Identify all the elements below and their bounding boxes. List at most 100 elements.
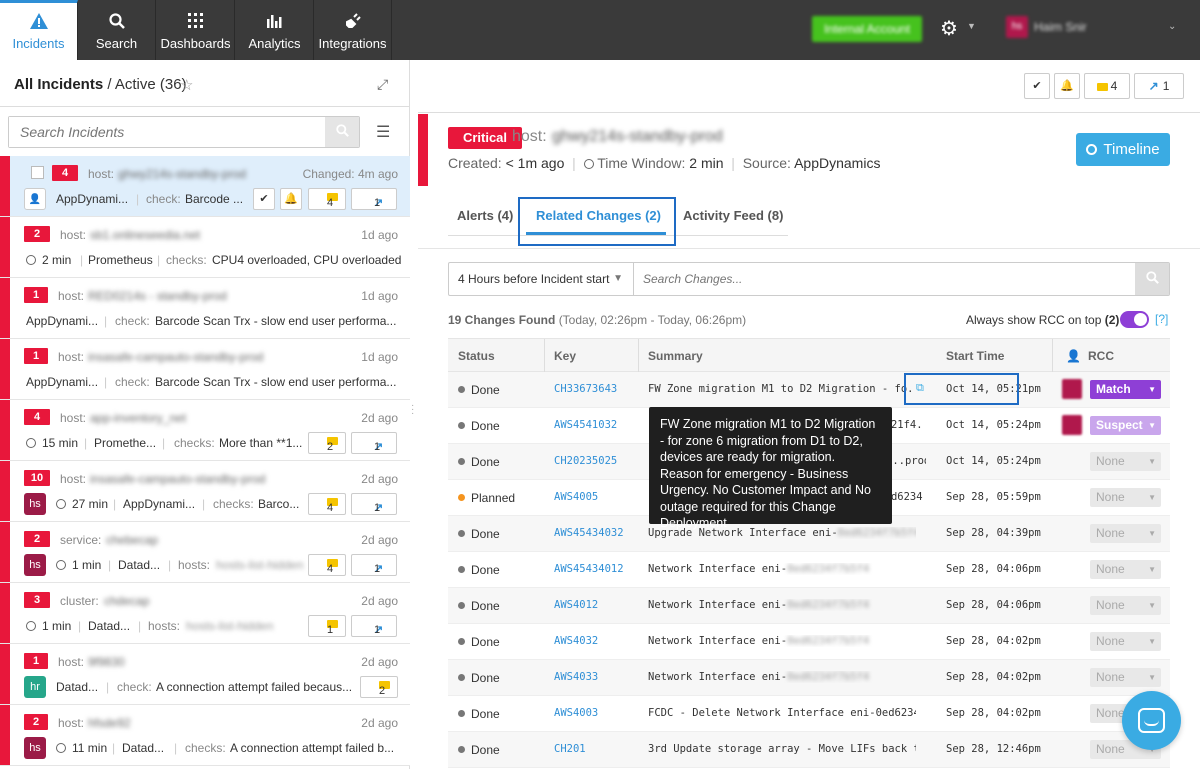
nav-dashboards[interactable]: Dashboards bbox=[157, 0, 235, 60]
comments-button[interactable]: 1 bbox=[308, 615, 346, 637]
search-icon[interactable] bbox=[1135, 263, 1169, 295]
list-item[interactable]: 4 host: ghwy214s-standby-prod Changed: 4… bbox=[0, 156, 410, 217]
avatar[interactable]: hs bbox=[24, 493, 46, 515]
breadcrumb-root[interactable]: All Incidents bbox=[14, 76, 103, 93]
rcc-select[interactable]: None▼ bbox=[1090, 488, 1161, 507]
list-item[interactable]: 2 host: hfsde92 2d ago hs 11 min | Datad… bbox=[0, 705, 410, 766]
select-checkbox[interactable] bbox=[31, 166, 44, 179]
change-key-link[interactable]: CH20235025 bbox=[554, 455, 617, 467]
chevron-down-icon: ▼ bbox=[1148, 637, 1156, 646]
share-button[interactable]: ↗ 1 bbox=[351, 493, 397, 515]
star-icon[interactable]: ☆ bbox=[180, 76, 193, 94]
tab-alerts[interactable]: Alerts (4) bbox=[457, 208, 513, 223]
entity-type: host: bbox=[58, 716, 85, 730]
check-text: More than **1... bbox=[219, 436, 303, 450]
start-time: Sep 28, 04:02pm bbox=[946, 635, 1041, 647]
gear-icon[interactable]: ⚙ bbox=[940, 16, 958, 42]
change-key-link[interactable]: CH201 bbox=[554, 743, 586, 755]
severity-bar bbox=[0, 705, 10, 765]
rcc-select[interactable]: None▼ bbox=[1090, 596, 1161, 615]
timeline-button[interactable]: Timeline bbox=[1076, 133, 1170, 166]
chevron-down-icon[interactable]: ▼ bbox=[967, 21, 976, 31]
share-button[interactable]: ↗ 1 bbox=[351, 615, 397, 637]
nav-search[interactable]: Search bbox=[78, 0, 156, 60]
change-key-link[interactable]: AWS4012 bbox=[554, 599, 598, 611]
share-button[interactable]: ↗ 1 bbox=[351, 188, 397, 210]
col-rcc[interactable]: RCC bbox=[1088, 349, 1114, 363]
search-input[interactable] bbox=[9, 117, 325, 147]
change-key-link[interactable]: AWS45434032 bbox=[554, 527, 624, 539]
rcc-select[interactable]: None▼ bbox=[1090, 632, 1161, 651]
list-item[interactable]: 10 host: insasafe-campauto-standby-prod … bbox=[0, 461, 410, 522]
panel-resize-handle[interactable]: · · · bbox=[411, 401, 414, 419]
change-key-link[interactable]: AWS4005 bbox=[554, 491, 598, 503]
list-item[interactable]: 1 host: insasafe-campauto-standby-prod 1… bbox=[0, 339, 410, 400]
list-item[interactable]: 2 service: chebecap 2d ago hs 1 min | Da… bbox=[0, 522, 410, 583]
table-row[interactable]: Done AWS4003 FCDC - Delete Network Inter… bbox=[448, 696, 1170, 732]
rcc-select[interactable]: Suspect ▼ bbox=[1090, 416, 1161, 435]
expand-icon[interactable]: ⤢ bbox=[377, 76, 388, 93]
list-item[interactable]: 4 host: app-inventory_net 2d ago 15 min … bbox=[0, 400, 410, 461]
comments-button[interactable]: 4 bbox=[308, 493, 346, 515]
target-icon bbox=[1086, 144, 1098, 155]
severity-bar bbox=[0, 217, 10, 277]
col-status[interactable]: Status bbox=[458, 349, 495, 363]
change-key-link[interactable]: AWS4032 bbox=[554, 635, 598, 647]
avatar[interactable]: hs bbox=[24, 737, 46, 759]
chevron-down-icon: ▼ bbox=[1148, 457, 1156, 466]
change-key-link[interactable]: AWS4033 bbox=[554, 671, 598, 683]
help-link[interactable]: [?] bbox=[1155, 312, 1168, 326]
avatar[interactable]: hs bbox=[1006, 16, 1028, 38]
rcc-select[interactable]: None▼ bbox=[1090, 452, 1161, 471]
change-key-link[interactable]: CH33673643 bbox=[554, 383, 617, 395]
list-item[interactable]: 3 cluster: chdecap 2d ago 1 min | Datad.… bbox=[0, 583, 410, 644]
table-row[interactable]: Done CH33673643 FW Zone migration M1 to … bbox=[448, 372, 1170, 408]
comments-button[interactable]: 4 bbox=[308, 554, 346, 576]
bell-icon[interactable]: 🔔 bbox=[280, 188, 302, 210]
change-key-link[interactable]: AWS4541032 bbox=[554, 419, 617, 431]
nav-integrations[interactable]: Integrations bbox=[314, 0, 392, 60]
table-row[interactable]: Done AWS4033 Network Interface eni-0ed62… bbox=[448, 660, 1170, 696]
check-circle-icon[interactable]: ✔ bbox=[253, 188, 275, 210]
rcc-select[interactable]: None▼ bbox=[1090, 524, 1161, 543]
comments-button[interactable]: 4 bbox=[1084, 73, 1130, 99]
list-item[interactable]: 1 host: RED0214s - standby-prod 1d ago A… bbox=[0, 278, 410, 339]
user-name[interactable]: Haim Snir bbox=[1034, 20, 1087, 34]
list-item[interactable]: 1 host: 9f9830 2d ago hr Datad... | chec… bbox=[0, 644, 410, 705]
col-start-time[interactable]: Start Time bbox=[946, 349, 1004, 363]
table-row[interactable]: Done CH201 3rd Update storage array - Mo… bbox=[448, 732, 1170, 768]
tab-activity-feed[interactable]: Activity Feed (8) bbox=[683, 208, 783, 223]
comments-button[interactable]: 2 bbox=[308, 432, 346, 454]
list-item[interactable]: 2 host: sb1.onlineseedia.net 1d ago 2 mi… bbox=[0, 217, 410, 278]
rcc-select[interactable]: None▼ bbox=[1090, 560, 1161, 579]
rcc-select[interactable]: None▼ bbox=[1090, 668, 1161, 687]
rcc-toggle[interactable] bbox=[1120, 311, 1149, 328]
chat-launcher-button[interactable] bbox=[1122, 691, 1181, 750]
share-button[interactable]: ↗ 1 bbox=[351, 554, 397, 576]
incident-list: 4 host: ghwy214s-standby-prod Changed: 4… bbox=[0, 156, 410, 766]
table-row[interactable]: Done AWS45434012 Network Interface eni-0… bbox=[448, 552, 1170, 588]
search-changes-input[interactable] bbox=[643, 263, 1133, 295]
nav-analytics[interactable]: Analytics bbox=[236, 0, 314, 60]
change-key-link[interactable]: AWS45434012 bbox=[554, 563, 624, 575]
table-row[interactable]: Done AWS4032 Network Interface eni-0ed62… bbox=[448, 624, 1170, 660]
comments-button[interactable]: 2 bbox=[360, 676, 398, 698]
share-button[interactable]: ↗ 1 bbox=[351, 432, 397, 454]
time-range-select[interactable]: 4 Hours before Incident start ▼ bbox=[449, 263, 634, 295]
col-summary[interactable]: Summary bbox=[648, 349, 703, 363]
chevron-down-icon[interactable]: ⌄ bbox=[1168, 21, 1176, 32]
search-icon[interactable] bbox=[325, 117, 359, 147]
avatar[interactable]: hr bbox=[24, 676, 46, 698]
change-key-link[interactable]: AWS4003 bbox=[554, 707, 598, 719]
rcc-select[interactable]: Match ▼ bbox=[1090, 380, 1161, 399]
comments-button[interactable]: 4 bbox=[308, 188, 346, 210]
bell-icon[interactable]: 🔔 bbox=[1054, 73, 1080, 99]
list-view-icon[interactable]: ☰ bbox=[376, 122, 390, 142]
col-key[interactable]: Key bbox=[554, 349, 576, 363]
table-row[interactable]: Done AWS4012 Network Interface eni-0ed62… bbox=[448, 588, 1170, 624]
check-circle-icon[interactable]: ✔ bbox=[1024, 73, 1050, 99]
nav-incidents[interactable]: Incidents bbox=[0, 0, 78, 60]
avatar[interactable]: hs bbox=[24, 554, 46, 576]
user-icon[interactable]: 👤 bbox=[24, 188, 46, 210]
share-button[interactable]: ↗ 1 bbox=[1134, 73, 1184, 99]
